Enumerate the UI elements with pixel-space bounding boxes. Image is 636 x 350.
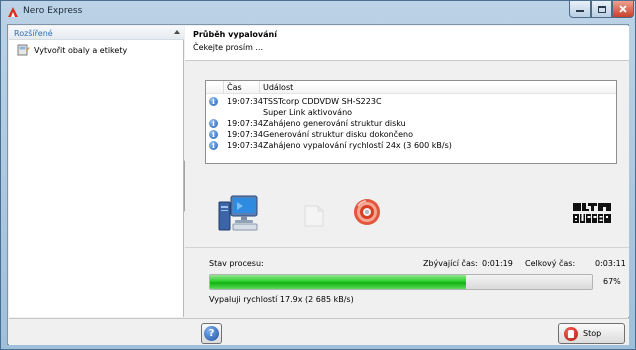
column-separator (259, 81, 260, 94)
close-icon (619, 5, 627, 13)
total-time-value: 0:03:11 (595, 259, 626, 268)
info-icon: i (209, 141, 218, 150)
info-icon: i (209, 97, 218, 106)
log-event: Zahájeno vypalování rychlostí 24x (3 600… (263, 141, 452, 150)
cover-designer-icon (17, 44, 30, 56)
help-button[interactable]: ? (201, 323, 222, 344)
sidebar-header-label: Rozšířené (14, 29, 53, 38)
column-header-event[interactable]: Událost (263, 83, 293, 92)
window-title: Nero Express (23, 6, 83, 16)
info-icon: i (209, 130, 218, 139)
progress-fill (210, 275, 466, 289)
log-time: 19:07:34 (227, 141, 263, 150)
burn-speed-text: Vypaluji rychlostí 17.9x (2 685 kB/s) (209, 295, 354, 304)
log-row[interactable]: i 19:07:34 Zahájeno generování struktur … (206, 118, 616, 129)
remaining-time-value: 0:01:19 (482, 259, 513, 268)
nero-express-window: Nero Express Rozšířené Vytvořit obaly a … (0, 0, 636, 350)
nero-logo-icon (8, 7, 18, 17)
progress-percent: 67% (603, 277, 621, 286)
log-event: Super Link aktivováno (263, 108, 353, 117)
sidebar-item-label: Vytvořit obaly a etikety (34, 45, 128, 55)
log-row[interactable]: i 19:07:34 Generování struktur disku dok… (206, 129, 616, 140)
sidebar: Rozšířené Vytvořit obaly a etikety (9, 26, 184, 317)
page-header: Průběh vypalování Čekejte prosím ... (185, 26, 629, 61)
disc-burning-icon (354, 199, 380, 225)
burn-animation (185, 188, 629, 236)
minimize-button[interactable] (569, 1, 591, 18)
main-panel: Průběh vypalování Čekejte prosím ... Čas… (185, 26, 629, 317)
minimize-icon (576, 10, 584, 12)
sidebar-header[interactable]: Rozšířené (9, 26, 184, 40)
page-subtitle: Čekejte prosím ... (193, 43, 264, 52)
log-time: 19:07:34 (227, 130, 263, 139)
log-event: Zahájeno generování struktur disku (263, 119, 406, 128)
log-row[interactable]: i 19:07:34 Zahájeno vypalování rychlostí… (206, 140, 616, 151)
log-row[interactable]: Super Link aktivováno (206, 107, 616, 118)
maximize-icon (597, 5, 606, 13)
maximize-button[interactable] (591, 1, 612, 18)
event-log-list[interactable]: Čas Událost i 19:07:34 TSSTcorp CDDVDW S… (205, 80, 617, 164)
log-time: 19:07:34 (227, 119, 263, 128)
sidebar-item-cover-designer[interactable]: Vytvořit obaly a etikety (17, 43, 127, 57)
computer-icon (218, 195, 258, 231)
collapse-arrow-icon[interactable] (174, 30, 180, 34)
log-time: 19:07:34 (227, 97, 263, 106)
column-separator (223, 81, 224, 94)
bottom-toolbar: ? Stop (9, 318, 629, 345)
log-event: TSSTcorp CDDVDW SH-S223C (263, 97, 382, 106)
remaining-time-label: Zbývající čas: (423, 259, 478, 268)
ultrabuffer-logo (573, 203, 611, 223)
help-icon: ? (204, 326, 219, 341)
log-header: Čas Událost (206, 81, 616, 94)
client-area: Rozšířené Vytvořit obaly a etikety Průbě… (7, 24, 629, 345)
stop-hand-icon (564, 326, 578, 341)
progress-section: Stav procesu: Zbývající čas: 0:01:19 Cel… (185, 247, 629, 317)
log-row[interactable]: i 19:07:34 TSSTcorp CDDVDW SH-S223C (206, 96, 616, 107)
burn-progress-bar (209, 274, 593, 290)
log-event: Generování struktur disku dokončeno (263, 130, 413, 139)
total-time-label: Celkový čas: (525, 259, 576, 268)
stop-button-label: Stop (583, 329, 602, 338)
title-bar: Nero Express (1, 1, 635, 23)
data-file-icon (304, 205, 324, 227)
info-icon: i (209, 119, 218, 128)
stop-button[interactable]: Stop (558, 323, 625, 344)
close-button[interactable] (612, 1, 634, 18)
page-title: Průběh vypalování (193, 30, 277, 39)
status-label: Stav procesu: (209, 259, 264, 268)
column-header-time[interactable]: Čas (227, 83, 242, 92)
